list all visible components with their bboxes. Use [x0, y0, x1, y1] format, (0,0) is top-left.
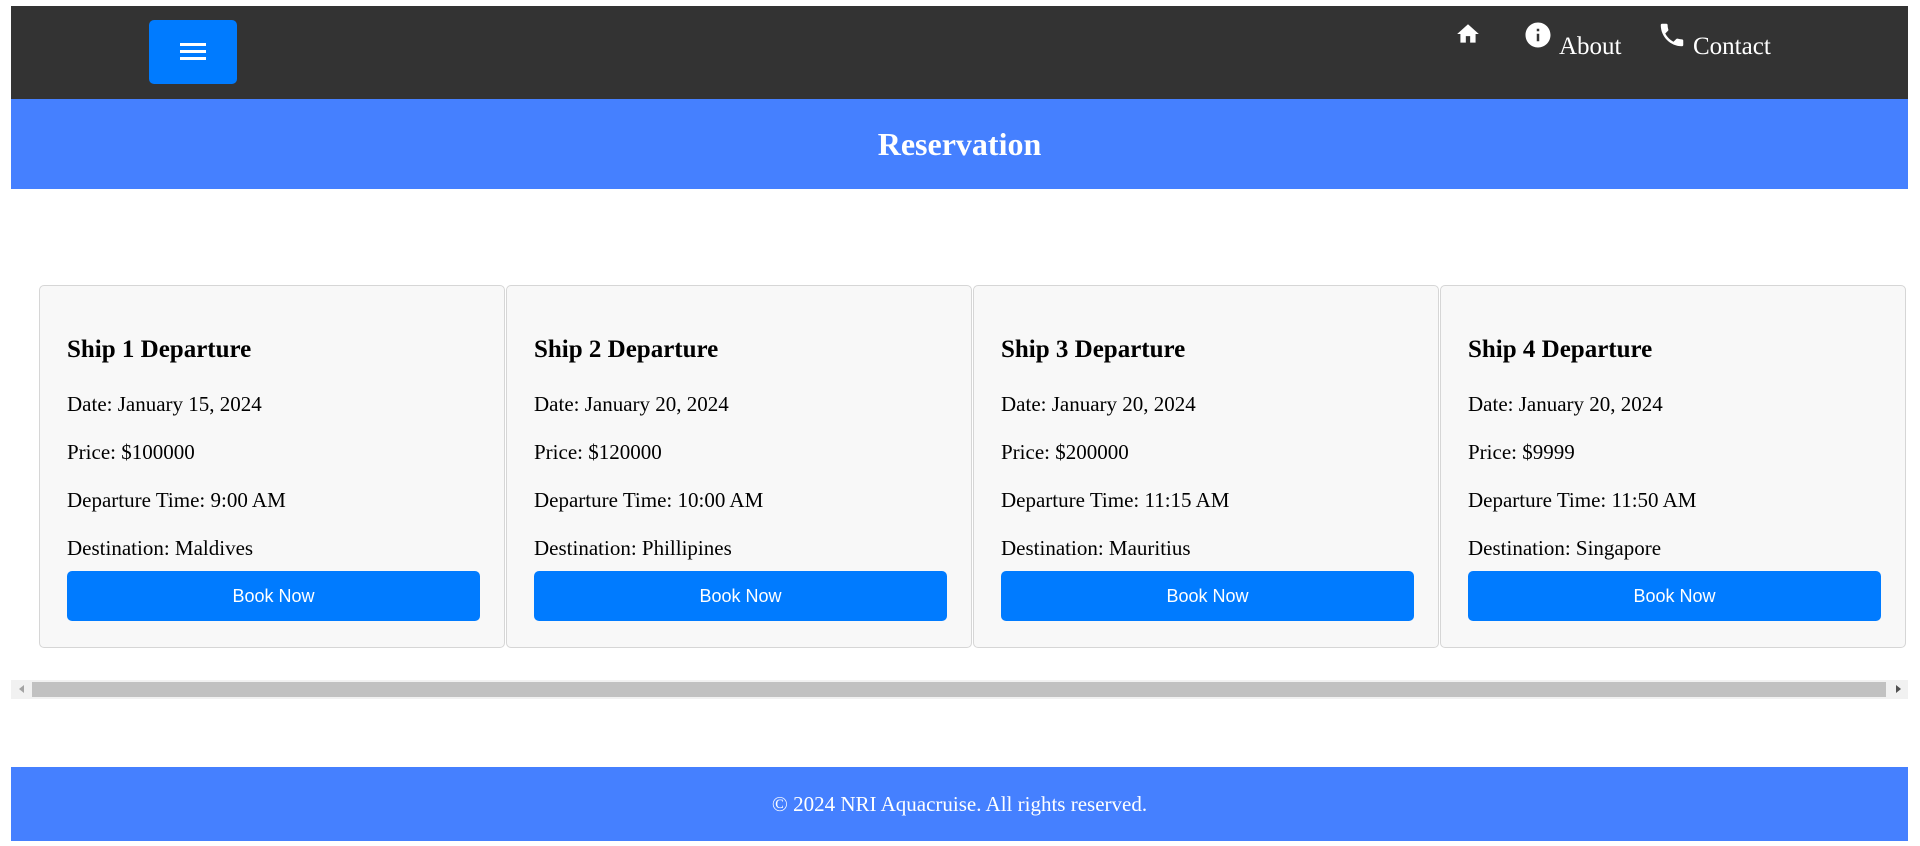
horizontal-scrollbar[interactable] [11, 680, 1908, 699]
card-departure-time: Departure Time: 9:00 AM [67, 488, 286, 512]
nav-home-link[interactable] [1453, 21, 1489, 47]
book-now-button[interactable]: Book Now [1001, 571, 1414, 621]
nav-contact-link[interactable]: Contact [1657, 20, 1771, 59]
card-destination: Destination: Phillipines [534, 536, 732, 560]
card-price: Price: $120000 [534, 440, 662, 464]
card-destination: Destination: Maldives [67, 536, 254, 560]
scrollbar-thumb[interactable] [32, 682, 1886, 697]
departure-card: Ship 2 Departure Date: January 20, 2024 … [506, 285, 972, 648]
book-now-button[interactable]: Book Now [1468, 571, 1881, 621]
card-destination: Destination: Singapore [1468, 536, 1662, 560]
departure-card: Ship 4 Departure Date: January 20, 2024 … [1440, 285, 1906, 648]
card-departure-time: Departure Time: 11:15 AM [1001, 488, 1230, 512]
info-icon [1525, 22, 1551, 48]
card-date: Date: January 20, 2024 [1001, 392, 1196, 416]
nav-about-label: About [1559, 33, 1622, 60]
nav-about-link[interactable]: About [1523, 20, 1622, 59]
page: About Contact Reservation Ship 1 Departu… [11, 6, 1908, 841]
card-departure-time: Departure Time: 10:00 AM [534, 488, 764, 512]
departure-card: Ship 1 Departure Date: January 15, 2024 … [39, 285, 505, 648]
footer: © 2024 NRI Aquacruise. All rights reserv… [11, 767, 1908, 841]
card-price: Price: $9999 [1468, 440, 1575, 464]
card-title: Ship 1 Departure [67, 336, 252, 363]
navbar: About Contact [11, 6, 1908, 99]
nav-contact-label: Contact [1693, 33, 1771, 60]
card-price: Price: $100000 [67, 440, 195, 464]
page-title: Reservation [877, 125, 1042, 162]
footer-copyright: © 2024 NRI Aquacruise. All rights reserv… [771, 791, 1148, 816]
card-date: Date: January 15, 2024 [67, 392, 262, 416]
card-title: Ship 4 Departure [1468, 336, 1653, 363]
card-date: Date: January 20, 2024 [1468, 392, 1663, 416]
card-departure-time: Departure Time: 11:50 AM [1468, 488, 1697, 512]
page-banner: Reservation [11, 99, 1908, 189]
card-price: Price: $200000 [1001, 440, 1129, 464]
home-icon [1457, 24, 1479, 43]
departure-card: Ship 3 Departure Date: January 20, 2024 … [973, 285, 1439, 648]
menu-button[interactable] [149, 20, 237, 84]
book-now-button[interactable]: Book Now [534, 571, 947, 621]
hamburger-menu-icon [180, 43, 206, 61]
cards-scroller[interactable]: Ship 1 Departure Date: January 15, 2024 … [11, 285, 1908, 650]
card-title: Ship 2 Departure [534, 336, 719, 363]
phone-icon [1660, 23, 1684, 47]
scroll-left-arrow-icon[interactable] [19, 685, 24, 693]
card-date: Date: January 20, 2024 [534, 392, 729, 416]
card-destination: Destination: Mauritius [1001, 536, 1191, 560]
scroll-right-arrow-icon[interactable] [1896, 685, 1901, 693]
book-now-button[interactable]: Book Now [67, 571, 480, 621]
card-title: Ship 3 Departure [1001, 336, 1186, 363]
